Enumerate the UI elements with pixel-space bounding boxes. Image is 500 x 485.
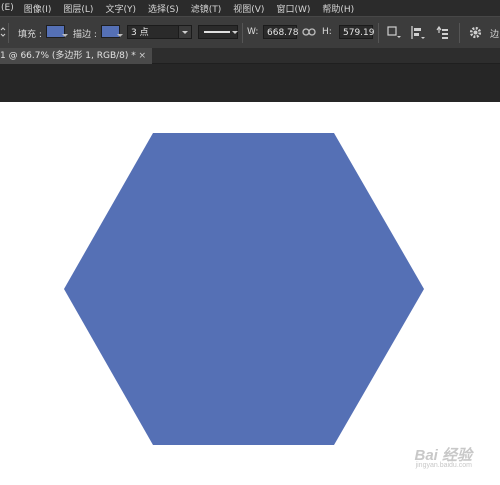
height-label: H: <box>322 27 332 37</box>
stroke-width-select[interactable]: 3 点 <box>127 25 192 39</box>
separator <box>378 23 379 43</box>
stroke-type-select[interactable] <box>198 25 238 39</box>
path-alignment-icon[interactable] <box>410 25 426 41</box>
watermark-url: jingyan.baidu.com <box>415 462 472 469</box>
close-icon[interactable]: × <box>138 48 146 64</box>
menu-layer[interactable]: 图层(L) <box>63 2 93 15</box>
path-arrangement-icon[interactable] <box>434 25 450 41</box>
menu-help[interactable]: 帮助(H) <box>322 2 354 15</box>
menu-window[interactable]: 窗口(W) <box>276 2 310 15</box>
menu-filter[interactable]: 滤镜(T) <box>191 2 222 15</box>
link-icon[interactable] <box>302 26 316 38</box>
fill-swatch[interactable] <box>46 25 68 38</box>
stroke-label: 描边 : <box>73 30 97 40</box>
separator <box>8 23 9 43</box>
menu-edit[interactable]: (E) <box>1 3 14 13</box>
menu-bar: (E) 图像(I) 图层(L) 文字(Y) 选择(S) 滤镜(T) 视图(V) … <box>0 0 500 16</box>
stroke-swatch[interactable] <box>101 25 123 38</box>
width-value: 668.78 <box>267 28 299 38</box>
menu-view[interactable]: 视图(V) <box>233 2 264 15</box>
chevron-down-icon <box>178 26 191 38</box>
gear-icon[interactable] <box>468 25 483 40</box>
width-input[interactable]: 668.78 <box>263 25 299 39</box>
path-operations-icon[interactable] <box>386 25 402 41</box>
watermark-logo: Bai 经验 jingyan.baidu.com <box>414 444 472 469</box>
separator <box>242 23 243 43</box>
width-label: W: <box>247 27 259 37</box>
height-value: 579.19 <box>343 28 375 38</box>
document-canvas[interactable]: Bai 经验 jingyan.baidu.com <box>0 102 500 481</box>
align-edges-label: 边 <box>490 30 500 40</box>
document-tab-title: 1 @ 66.7% (多边形 1, RGB/8) * <box>0 51 136 61</box>
tool-preset-chevron-icon[interactable] <box>0 25 6 39</box>
document-tab-bar: 1 @ 66.7% (多边形 1, RGB/8) * × <box>0 48 500 64</box>
menu-select[interactable]: 选择(S) <box>148 2 179 15</box>
height-input[interactable]: 579.19 <box>339 25 375 39</box>
menu-image[interactable]: 图像(I) <box>24 2 52 15</box>
hexagon-shape[interactable] <box>64 133 424 445</box>
workspace-background <box>0 64 500 102</box>
options-bar: 填充 : 描边 : 3 点 W: 668.78 H: 579.19 边 <box>0 16 500 48</box>
stroke-width-value: 3 点 <box>131 28 149 38</box>
menu-type[interactable]: 文字(Y) <box>105 2 136 15</box>
stroke-line-icon <box>204 31 238 34</box>
document-tab[interactable]: 1 @ 66.7% (多边形 1, RGB/8) * × <box>0 48 152 64</box>
canvas-artwork <box>64 133 424 445</box>
fill-label: 填充 : <box>18 30 42 40</box>
separator <box>459 23 460 43</box>
